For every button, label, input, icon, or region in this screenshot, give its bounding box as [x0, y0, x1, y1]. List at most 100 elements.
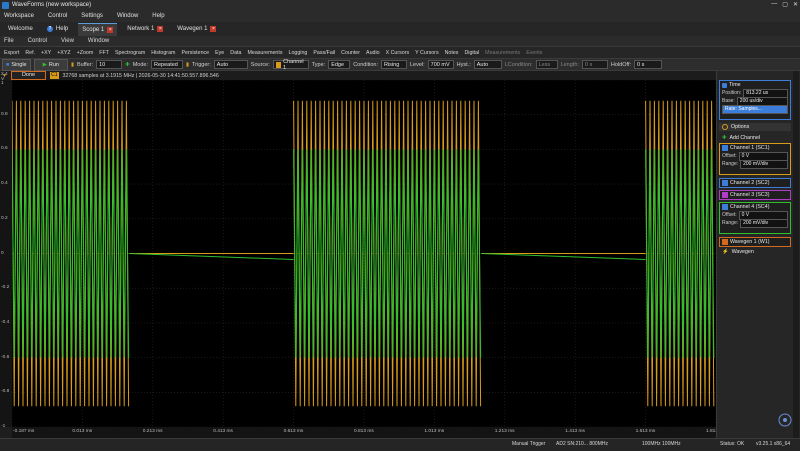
source-label: Source: — [250, 61, 270, 68]
single-icon: ■ — [6, 61, 10, 68]
range-input[interactable]: 200 mV/div — [740, 218, 788, 228]
waveform-chart — [11, 79, 717, 428]
base-label: Base: — [722, 98, 735, 104]
app-logo-icon — [2, 1, 9, 9]
wavegen-card[interactable]: Wavegen 1 (W1) — [719, 237, 791, 247]
tool-spectrogram[interactable]: Spectrogram — [115, 50, 145, 56]
submenu-window[interactable]: Window — [88, 38, 109, 44]
trigger-select[interactable]: Auto — [213, 60, 248, 69]
condition-select[interactable]: Rising — [380, 60, 407, 69]
wavegen-button[interactable]: ⚡ Wavegen — [719, 248, 791, 256]
rate-button[interactable]: Rate: Samples... — [722, 104, 788, 114]
tool-histogram[interactable]: Histogram — [151, 50, 175, 56]
channel-color-swatch — [275, 61, 282, 68]
add-channel-button[interactable]: ✚ Add Channel — [719, 134, 791, 142]
tab-network-1[interactable]: Network 1 × — [123, 23, 167, 35]
level-input[interactable]: 700 mV — [427, 60, 454, 69]
maximize-button[interactable]: ▢ — [782, 1, 788, 8]
tool--xyz[interactable]: +XYZ — [57, 50, 70, 56]
plus-icon: ✚ — [722, 135, 727, 141]
checkbox-icon[interactable] — [722, 145, 728, 151]
tab-welcome[interactable]: Welcome — [4, 23, 37, 35]
channel-2-card[interactable]: Channel 2 (SC2) — [719, 178, 791, 188]
mode-icon: ✚ — [125, 61, 130, 68]
offset-label: Offset: — [722, 212, 737, 218]
channel-3-card[interactable]: Channel 3 (SC3) — [719, 190, 791, 200]
close-tab-icon[interactable]: × — [210, 26, 217, 32]
minimize-button[interactable]: — — [771, 1, 777, 8]
tool-pass-fail[interactable]: Pass/Fail — [313, 50, 335, 56]
type-select[interactable]: Edge — [328, 60, 351, 69]
panel-scrollbar[interactable] — [793, 71, 799, 438]
menu-workspace[interactable]: Workspace — [4, 13, 34, 19]
options-button[interactable]: Options — [719, 123, 791, 131]
mode-select[interactable]: Repeated — [151, 60, 183, 69]
run-button[interactable]: ▶ Run — [33, 58, 68, 71]
menu-settings[interactable]: Settings — [81, 13, 103, 19]
checkbox-icon[interactable] — [722, 204, 728, 210]
checkbox-icon[interactable] — [722, 192, 728, 198]
tool-fft[interactable]: FFT — [99, 50, 109, 56]
x-tick-label: 1.413 ms — [565, 429, 585, 434]
buffer-input[interactable]: 10 — [96, 60, 123, 69]
y-tick-label: -1 — [1, 424, 6, 429]
x-tick-label: 0.413 ms — [213, 429, 233, 434]
device-info[interactable]: AD2 SN:210... 800MHz — [556, 441, 608, 447]
tool-export[interactable]: Export — [4, 50, 19, 56]
x-tick-label: 1.213 ms — [494, 429, 515, 434]
channel-1-card: Channel 1 (SC1) Offset: 0 V Range: 200 mV/… — [719, 143, 791, 175]
y-tick-label: -0.8 — [1, 389, 10, 395]
tool--zoom[interactable]: +Zoom — [77, 50, 94, 56]
tool--xy[interactable]: +XY — [41, 50, 51, 56]
tab-wavegen-1[interactable]: Wavegen 1 × — [173, 23, 220, 35]
tool-x-cursors[interactable]: X Cursors — [386, 50, 410, 56]
tool-digital[interactable]: Digital — [464, 50, 479, 56]
tool-measurements[interactable]: Measurements — [247, 50, 282, 56]
menu-control[interactable]: Control — [48, 13, 67, 19]
acquisition-info-bar: ▼ Done C1 32768 samples at 3.1915 MHz | … — [0, 71, 716, 80]
tab-label: Network 1 — [127, 26, 155, 32]
submenu-control[interactable]: Control — [28, 38, 47, 44]
manual-trigger-button[interactable]: Manual Trigger — [512, 441, 545, 447]
single-button[interactable]: ■ Single — [2, 58, 31, 71]
tool-notes[interactable]: Notes — [445, 50, 459, 56]
submenu-file[interactable]: File — [4, 38, 14, 44]
window-controls: — ▢ ✕ — [771, 1, 798, 8]
x-tick-label: 0.213 ms — [142, 429, 163, 434]
tool-logging[interactable]: Logging — [289, 50, 308, 56]
x-tick-label: 0.013 ms — [72, 429, 93, 434]
checkbox-icon[interactable] — [722, 180, 728, 186]
menu-help[interactable]: Help — [152, 13, 164, 19]
tab-help[interactable]: ? Help — [43, 23, 72, 35]
holdoff-input[interactable]: 0 s — [634, 60, 662, 69]
tool-counter[interactable]: Counter — [341, 50, 360, 56]
version-text: v3.25.1 x86_64 — [756, 441, 791, 447]
scope-plot[interactable] — [11, 79, 717, 428]
app-title: WaveForms (new workspace) — [12, 2, 92, 8]
collapse-icon — [722, 82, 727, 88]
tool-y-cursors[interactable]: Y Cursors — [415, 50, 438, 56]
lcondition-select[interactable]: Less — [535, 60, 558, 69]
tool-audio[interactable]: Audio — [366, 50, 380, 56]
tab-scope-1[interactable]: Scope 1 × — [78, 22, 118, 36]
submenu-view[interactable]: View — [61, 38, 74, 44]
close-window-button[interactable]: ✕ — [793, 1, 798, 8]
tool-ref-[interactable]: Ref. — [25, 50, 35, 56]
menu-window[interactable]: Window — [117, 13, 138, 19]
range-input[interactable]: 200 mV/div — [740, 159, 788, 169]
trigger-label: Trigger: — [192, 61, 211, 68]
hyst-input[interactable]: Auto — [473, 60, 502, 69]
buffer-icon: ▮ — [70, 61, 74, 68]
source-select[interactable]: Channel 1 — [272, 59, 309, 71]
length-input[interactable]: 0 s — [581, 60, 608, 69]
tool-eye[interactable]: Eye — [215, 50, 224, 56]
channel-4-card: Channel 4 (SC4) Offset: 0 V Range: 200 mV/… — [719, 202, 791, 234]
tab-label: Scope 1 — [82, 26, 105, 33]
close-tab-icon[interactable]: × — [107, 26, 114, 33]
hyst-label: Hyst.: — [456, 61, 471, 68]
tool-data[interactable]: Data — [230, 50, 241, 56]
tool-persistence[interactable]: Persistence — [181, 50, 209, 56]
checkbox-icon[interactable] — [722, 239, 728, 245]
close-tab-icon[interactable]: × — [157, 26, 164, 32]
status-bar: Manual Trigger AD2 SN:210... 800MHz 100M… — [0, 438, 800, 451]
